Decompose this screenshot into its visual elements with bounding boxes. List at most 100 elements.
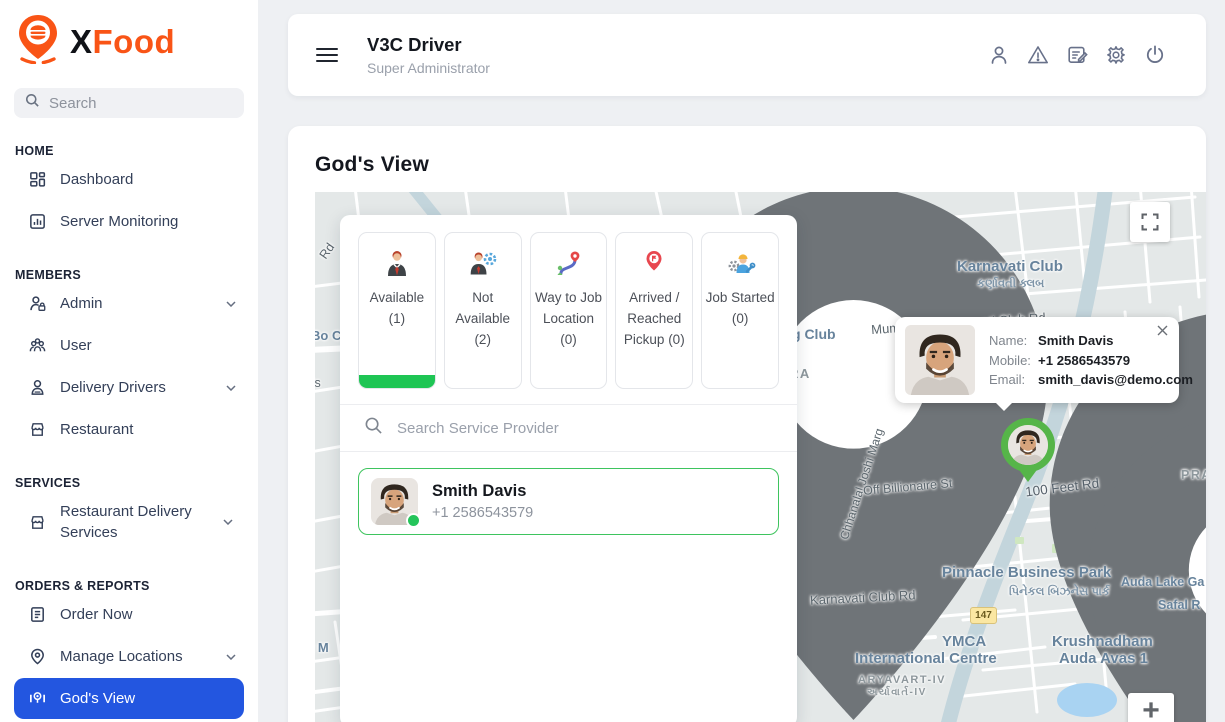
map-label: International Centre <box>855 650 997 667</box>
map-label: Safal R <box>1158 598 1200 612</box>
way-to-job-icon <box>531 245 607 281</box>
sidebar-item-manage-locations[interactable]: Manage Locations <box>14 636 244 677</box>
brand-name: XFood <box>70 25 175 58</box>
sidebar-search <box>14 88 244 118</box>
map-label: કર્ણાવતી ક્લબ <box>977 278 1044 291</box>
sidebar-item-gods-view[interactable]: God's View <box>14 678 244 719</box>
content-card: God's View <box>288 126 1206 722</box>
admin-lock-icon <box>28 294 47 313</box>
sidebar-item-label: Dashboard <box>60 169 236 190</box>
status-card-label: Not Available <box>455 290 510 326</box>
popup-email-value: smith_davis@demo.com <box>1038 372 1193 387</box>
popup-mobile-value: +1 2586543579 <box>1038 353 1130 368</box>
search-icon <box>25 93 40 113</box>
sidebar-item-server-monitoring[interactable]: Server Monitoring <box>14 201 244 242</box>
status-card-arrived-pickup[interactable]: Arrived / Reached Pickup (0) <box>615 232 693 389</box>
sidebar-item-delivery-drivers[interactable]: Delivery Drivers <box>14 367 244 408</box>
popup-mobile-label: Mobile: <box>989 353 1032 368</box>
available-driver-icon <box>359 245 435 281</box>
map-label: g Club <box>792 326 836 342</box>
status-card-job-started[interactable]: Job Started (0) <box>701 232 779 389</box>
status-card-count: (0) <box>668 332 685 347</box>
route-shield-147: 147 <box>970 607 997 624</box>
dashboard-icon <box>28 170 47 189</box>
driver-name: Smith Davis <box>432 482 533 501</box>
drivers-status-panel: Available (1) Not Available (2) Way to J… <box>340 215 797 722</box>
sidebar-item-label: Admin <box>60 293 213 314</box>
chevron-down-icon <box>223 519 233 525</box>
map-label: Bo C <box>315 328 341 343</box>
sidebar-item-label: User <box>60 335 236 356</box>
status-card-count: (2) <box>474 332 491 347</box>
profile-icon[interactable] <box>988 44 1010 66</box>
top-header: V3C Driver Super Administrator <box>288 14 1206 96</box>
section-heading-members: MEMBERS <box>15 268 243 282</box>
brand-pin-icon <box>16 14 60 69</box>
driver-info-popup: Name:Smith Davis Mobile:+1 2586543579 Em… <box>895 317 1179 403</box>
location-pin-icon <box>28 647 47 666</box>
sidebar-item-label: Delivery Drivers <box>60 377 213 398</box>
status-card-not-available[interactable]: Not Available (2) <box>444 232 522 389</box>
brand-logo[interactable]: XFood <box>14 16 244 66</box>
driver-avatar <box>371 478 418 525</box>
page-title: God's View <box>315 153 1206 177</box>
status-card-count: (0) <box>560 332 577 347</box>
map-label: ARYAVART-IV <box>858 674 946 686</box>
sidebar-item-user[interactable]: User <box>14 325 244 366</box>
section-heading-home: HOME <box>15 144 243 158</box>
driver-map-marker[interactable] <box>1001 418 1055 472</box>
logout-power-icon[interactable] <box>1144 44 1166 66</box>
map-canvas[interactable]: Karnavati Club કર્ણાવતી ક્લબ Mumatpura K… <box>315 192 1206 722</box>
section-heading-services: SERVICES <box>15 476 243 490</box>
header-title-block: V3C Driver Super Administrator <box>367 34 490 76</box>
map-label: પિનેકલ બિઝનેસ પાર્ક <box>1009 586 1110 599</box>
users-icon <box>28 336 47 355</box>
sidebar-item-order-now[interactable]: Order Now <box>14 594 244 635</box>
driver-icon <box>28 378 47 397</box>
map-label: Krushnadham <box>1052 633 1153 650</box>
status-card-available[interactable]: Available (1) <box>358 232 436 389</box>
map-label: Auda Lake Ga <box>1121 575 1204 589</box>
sidebar-item-label: Server Monitoring <box>60 211 236 232</box>
map-label: અર્યાવાર્ત-IV <box>867 687 927 698</box>
sidebar-search-input[interactable] <box>49 95 233 112</box>
driver-marker-photo <box>1008 425 1048 465</box>
sidebar-item-label: Manage Locations <box>60 646 213 667</box>
status-cards-row: Available (1) Not Available (2) Way to J… <box>340 215 797 404</box>
fullscreen-button[interactable] <box>1130 202 1170 242</box>
sidebar-item-admin[interactable]: Admin <box>14 283 244 324</box>
status-card-label: Way to Job Location <box>535 290 602 326</box>
sidebar-item-dashboard[interactable]: Dashboard <box>14 159 244 200</box>
not-available-driver-icon <box>445 245 521 281</box>
close-icon[interactable] <box>1157 325 1168 337</box>
map-label: PRA <box>1181 468 1206 482</box>
sidebar-item-label: Order Now <box>60 604 236 625</box>
alert-icon[interactable] <box>1027 44 1049 66</box>
chart-icon <box>28 212 47 231</box>
zoom-in-button[interactable]: + <box>1128 693 1174 722</box>
driver-phone: +1 2586543579 <box>432 505 533 521</box>
settings-gear-icon[interactable] <box>1105 44 1127 66</box>
store-icon <box>28 420 47 439</box>
search-icon <box>364 416 383 440</box>
sidebar-item-restaurant-delivery-services[interactable]: Restaurant Delivery Services <box>14 491 244 553</box>
status-card-count: (1) <box>389 311 406 326</box>
status-card-label: Job Started <box>706 290 775 305</box>
map-label: Pinnacle Business Park <box>942 564 1111 581</box>
driver-list-item[interactable]: Smith Davis +1 2586543579 <box>358 468 779 535</box>
popup-name-label: Name: <box>989 333 1032 348</box>
provider-search-input[interactable] <box>397 420 773 437</box>
plus-icon: + <box>1142 696 1160 722</box>
popup-email-label: Email: <box>989 372 1032 387</box>
sidebar-item-restaurant[interactable]: Restaurant <box>14 409 244 450</box>
status-card-way-to-job[interactable]: Way to Job Location (0) <box>530 232 608 389</box>
online-status-dot <box>406 513 421 528</box>
menu-toggle-icon[interactable] <box>316 44 338 66</box>
order-icon <box>28 605 47 624</box>
header-subtitle: Super Administrator <box>367 60 490 76</box>
sidebar: XFood HOME Dashboard Server Monitoring M… <box>0 0 258 722</box>
report-edit-icon[interactable] <box>1066 44 1088 66</box>
status-card-count: (0) <box>732 311 749 326</box>
map-label: 2 M <box>315 640 329 655</box>
map-label: Auda Avas 1 <box>1059 650 1148 667</box>
